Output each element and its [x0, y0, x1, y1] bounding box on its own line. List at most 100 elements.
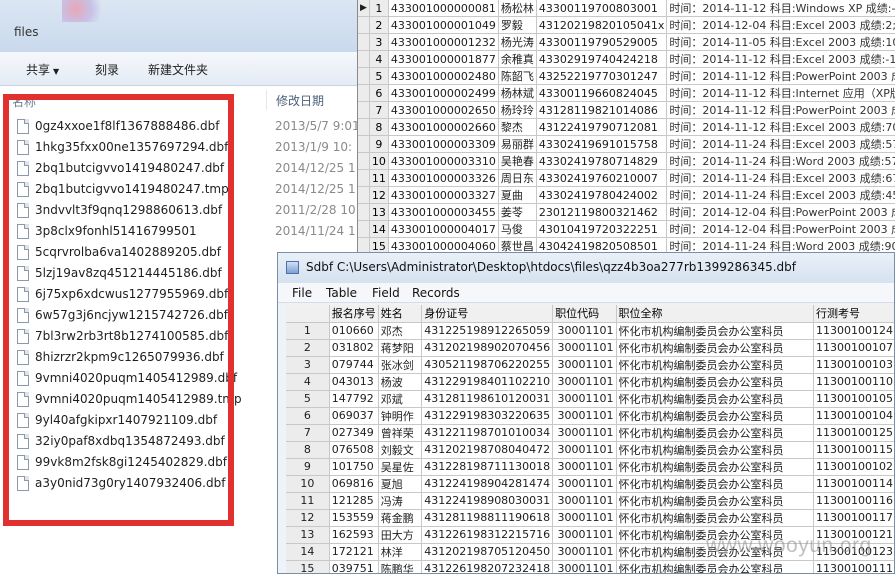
cell-seq: 076508 — [329, 441, 379, 459]
table-row[interactable]: 4 433001000001877 余稚真 43302919740424218 时间：2… — [358, 50, 895, 68]
cell-name: 杨波 — [378, 373, 423, 391]
table-row[interactable]: 2 433001000001049 罗毅 43120219820105041x 时间：2… — [358, 16, 895, 34]
column-header-date[interactable]: 修改日期 — [276, 92, 324, 109]
table-row[interactable]: 5 433001000002480 陈韶飞 43252219770301247 时间：2… — [358, 67, 895, 85]
cell-code: 30001101 — [552, 407, 617, 425]
row-number: 9 — [369, 135, 389, 153]
sdbf-window: Sdbf C:\Users\Administrator\Desktop\htdo… — [277, 252, 895, 574]
row-selector[interactable] — [358, 203, 370, 221]
table-row[interactable]: 8 433001000002660 黎杰 43122419790712081 时间：20… — [358, 118, 895, 136]
table-row[interactable]: 4 043013 杨波 431229198401102210 30001101 怀化市机构… — [286, 373, 894, 391]
file-icon — [17, 119, 29, 134]
table-row[interactable]: 3 079744 张冰剑 430521198706220255 30001101 怀化市机… — [286, 356, 894, 374]
address-path[interactable]: files — [14, 25, 39, 39]
file-item[interactable]: 2bq1butcigvvo1419480247.dbf 2014/12/25 1 — [0, 158, 360, 179]
cell-idcard: 43302419780714829 — [536, 152, 668, 170]
file-item[interactable]: 2bq1butcigvvo1419480247.tmp 2014/12/25 1 — [0, 179, 360, 200]
table-row[interactable]: 5 147792 邓斌 431281198610120031 30001101 怀化市机构… — [286, 390, 894, 408]
table-row[interactable]: 10 433001000003310 吴艳春 43302419780714829 时间：… — [358, 152, 895, 170]
menu-file[interactable]: File — [292, 286, 312, 300]
row-selector[interactable] — [358, 50, 370, 68]
row-selector[interactable] — [358, 67, 370, 85]
cell-id: 433001000000081 — [388, 0, 499, 17]
table-row[interactable]: 6 433001000002499 杨林斌 43300119660824045 时间：2… — [358, 84, 895, 102]
cell-seq: 162593 — [329, 526, 379, 544]
file-date: 2011/2/28 10 — [275, 203, 356, 217]
table-row[interactable]: 12 433001000003327 夏曲 43302419780424002 时间：2… — [358, 186, 895, 204]
row-number: 7 — [286, 424, 330, 442]
current-row-arrow-icon[interactable]: ▶ — [358, 0, 370, 17]
table-row[interactable]: 14 433001000004017 马俊 43010419720322251 时间：2… — [358, 220, 895, 238]
cell-position: 怀化市机构编制委员会办公室科员 — [616, 322, 814, 340]
table-row[interactable]: 7 027349 曾祥荣 431221198701010034 30001101 怀化市机… — [286, 424, 894, 442]
file-item[interactable]: 0gz4xxoe1f8lf1367888486.dbf 2013/5/7 9:01 — [0, 116, 360, 137]
column-header-code[interactable]: 职位代码 — [552, 305, 617, 323]
file-name: 5cqrvrolba6va1402889205.dbf — [35, 245, 221, 259]
column-header-idcard[interactable]: 身份证号 — [421, 305, 554, 323]
row-selector[interactable] — [358, 118, 370, 136]
row-selector[interactable] — [358, 33, 370, 51]
row-selector[interactable] — [358, 186, 370, 204]
column-divider[interactable] — [266, 90, 267, 110]
column-header-exam[interactable]: 行测考号 — [813, 305, 894, 323]
table-row[interactable]: 8 076508 刘毅文 431202198708040472 30001101 怀化市机… — [286, 441, 894, 459]
menu-records[interactable]: Records — [412, 286, 460, 300]
table-row[interactable]: 1 010660 邓杰 431225198912265059 30001101 怀化市机构… — [286, 322, 894, 340]
table-row[interactable]: 12 153559 蒋金鹏 431281198811190618 30001101 怀化市… — [286, 509, 894, 527]
new-folder-button[interactable]: 新建文件夹 — [148, 61, 208, 78]
file-icon — [17, 413, 29, 428]
menu-field[interactable]: Field — [372, 286, 400, 300]
row-number: 8 — [286, 441, 330, 459]
table-row[interactable]: 11 121285 冯涛 431224198908030031 30001101 怀化市机… — [286, 492, 894, 510]
row-selector[interactable] — [358, 84, 370, 102]
row-number: 15 — [286, 560, 330, 573]
records-grid: ▶ 1 433001000000081 杨松林 43300119700803001 时间：… — [358, 0, 895, 254]
file-name: 5lzj19av8zq451214445186.dbf — [35, 266, 222, 280]
table-row[interactable]: 2 031802 蒋梦阳 431202198902070456 30001101 怀化市机… — [286, 339, 894, 357]
table-row[interactable]: 11 433001000003326 周日东 43302419760210007 时间：… — [358, 169, 895, 187]
cell-exam: 11300100124 — [813, 322, 894, 340]
file-name: 8hizrzr2kpm9c1265079936.dbf — [35, 350, 224, 364]
file-item[interactable]: 1hkg35fxx00ne1357697294.dbf 2013/1/9 10: — [0, 137, 360, 158]
file-icon — [17, 350, 29, 365]
column-header-name[interactable]: 名称 — [12, 93, 36, 110]
cell-name: 曾祥荣 — [378, 424, 423, 442]
row-number: 10 — [369, 152, 389, 170]
row-selector[interactable] — [358, 101, 370, 119]
row-selector[interactable] — [358, 169, 370, 187]
table-row[interactable]: 15 039751 陈鹏华 431226198207232418 30001101 怀化市… — [286, 560, 894, 573]
table-row[interactable]: 9 101750 吴星佐 431228198711130018 30001101 怀化市机… — [286, 458, 894, 476]
cell-info: 时间：2014-12-04 科目:PowerPoint 2003 成绩:6 — [666, 203, 895, 221]
table-row[interactable]: ▶ 1 433001000000081 杨松林 43300119700803001 时间：… — [358, 0, 895, 17]
row-selector[interactable] — [358, 152, 370, 170]
table-row[interactable]: 7 433001000002650 杨玲玲 43128119821014086 时间：2… — [358, 101, 895, 119]
cell-idcard: 43122419790712081 — [536, 118, 668, 136]
table-row[interactable]: 3 433001000001232 杨光涛 43300119790529005 时间：2… — [358, 33, 895, 51]
file-item[interactable]: 3ndvvlt3f9qnq1298860613.dbf 2011/2/28 10 — [0, 200, 360, 221]
row-selector[interactable] — [358, 135, 370, 153]
cell-id: 433001000003327 — [388, 186, 499, 204]
cell-id: 433001000003309 — [388, 135, 499, 153]
row-selector[interactable] — [358, 16, 370, 34]
table-row[interactable]: 9 433001000003309 易丽群 43302419691015758 时间：2… — [358, 135, 895, 153]
row-number: 9 — [286, 458, 330, 476]
cell-id: 433001000001877 — [388, 50, 499, 68]
column-header-position[interactable]: 职位全称 — [616, 305, 814, 323]
table-row[interactable]: 6 069037 钟明作 431229198303220635 30001101 怀化市机… — [286, 407, 894, 425]
table-row[interactable]: 10 069816 夏旭 431224198904281474 30001101 怀化市机… — [286, 475, 894, 493]
cell-name: 杨松林 — [498, 0, 537, 17]
row-number: 5 — [286, 390, 330, 408]
cell-code: 30001101 — [552, 441, 617, 459]
burn-button[interactable]: 刻录 — [95, 61, 119, 78]
column-header-name[interactable]: 姓名 — [378, 305, 423, 323]
table-row[interactable]: 13 433001000003455 姜苓 23012119800321462 时间：2… — [358, 203, 895, 221]
cell-seq: 031802 — [329, 339, 379, 357]
cell-id: 433001000002480 — [388, 67, 499, 85]
cell-idcard: 431224198904281474 — [421, 475, 554, 493]
row-selector[interactable] — [358, 220, 370, 238]
menu-table[interactable]: Table — [326, 286, 357, 300]
cell-name: 陈鹏华 — [378, 560, 423, 573]
column-header-seq[interactable]: 报名序号 — [329, 305, 379, 323]
share-button[interactable]: 共享 ▼ — [26, 61, 59, 78]
file-item[interactable]: 3p8clx9fonhl51416799501 2014/11/24 1 — [0, 221, 360, 242]
